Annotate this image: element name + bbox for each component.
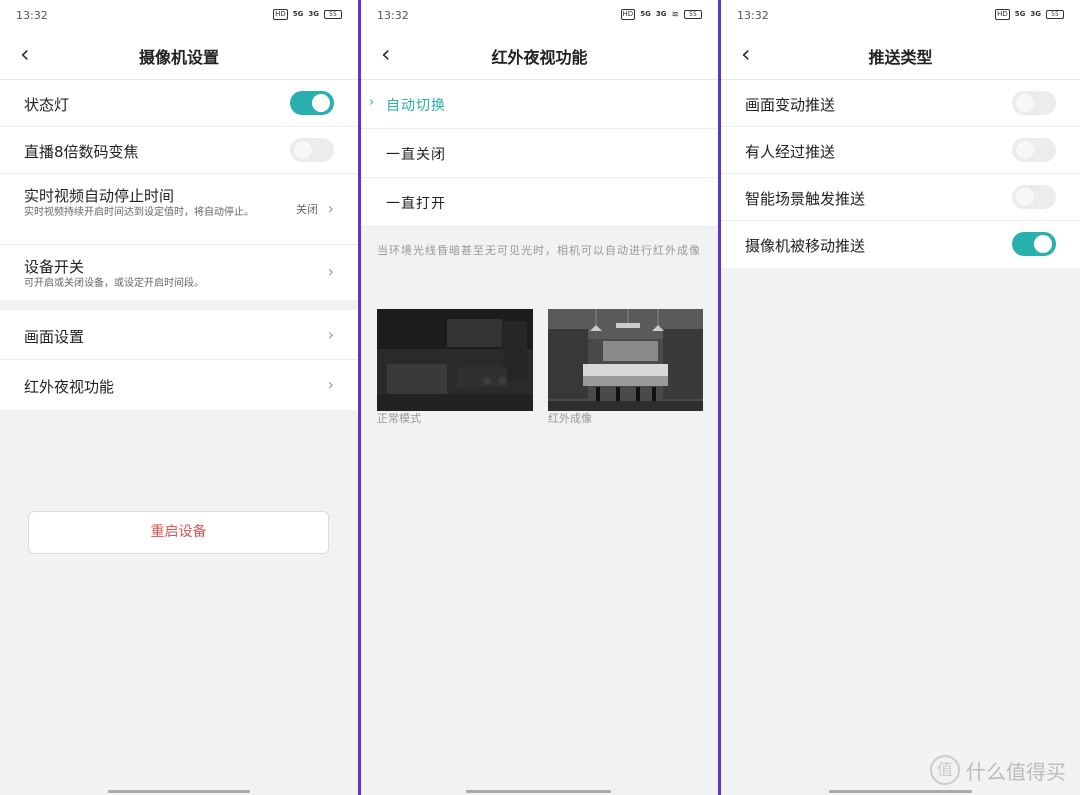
normal-mode-photo	[377, 309, 533, 411]
hd-icon: HD	[995, 9, 1010, 20]
photo-caption: 正常模式	[377, 412, 421, 425]
normal-mode-caption-box: 正常模式	[377, 410, 533, 428]
signal-3g-icon: 3G	[308, 10, 319, 18]
toggle-knob	[1016, 141, 1034, 159]
setting-label: 有人经过推送	[745, 143, 836, 161]
status-icons: HD 5G 3G 55	[273, 9, 342, 20]
status-time: 13:32	[737, 9, 769, 22]
home-indicator	[108, 790, 250, 793]
watermark-text: 什么值得买	[966, 759, 1066, 784]
toggle-knob	[1016, 188, 1034, 206]
setting-description: 实时视频持续开启时间达到设定值时，将自动停止。	[24, 207, 254, 218]
photo-caption: 红外成像	[548, 412, 592, 425]
status-light-toggle[interactable]	[290, 91, 334, 115]
page-title: 推送类型	[868, 48, 933, 67]
setting-digital-zoom: 直播8倍数码变焦	[0, 127, 358, 174]
wifi-icon: ≋	[671, 9, 679, 20]
night-vision-options: › 自动切换 一直关闭 一直打开	[361, 80, 718, 227]
status-time: 13:32	[16, 9, 48, 22]
chevron-right-icon: ›	[327, 262, 334, 281]
setting-label: 摄像机被移动推送	[745, 237, 866, 255]
option-always-on[interactable]: 一直打开	[361, 178, 718, 227]
chevron-right-icon: ›	[327, 375, 334, 394]
setting-label: 画面变动推送	[745, 96, 836, 114]
setting-label: 设备开关	[24, 258, 85, 276]
push-picture-change: 画面变动推送	[721, 80, 1080, 127]
setting-value: 关闭	[296, 203, 318, 216]
option-label: 一直打开	[386, 196, 446, 212]
status-bar: 13:32 HD 5G 3G ≋ 55	[361, 0, 718, 30]
chevron-right-icon: ›	[327, 325, 334, 344]
infrared-night-vision-screen: 13:32 HD 5G 3G ≋ 55 ‹ 红外夜视功能 › 自动切换 一直关闭…	[361, 0, 718, 795]
page-title: 红外夜视功能	[491, 48, 588, 67]
setting-status-light: 状态灯	[0, 80, 358, 127]
setting-picture[interactable]: 画面设置 ›	[0, 310, 358, 360]
picture-change-push-toggle[interactable]	[1012, 91, 1056, 115]
setting-label: 画面设置	[24, 328, 85, 346]
watermark-logo-icon: 值	[930, 755, 960, 785]
camera-moved-push-toggle[interactable]	[1012, 232, 1056, 256]
setting-label: 实时视频自动停止时间	[24, 187, 175, 205]
infrared-caption-box: 红外成像	[548, 410, 703, 428]
option-always-off[interactable]: 一直关闭	[361, 129, 718, 178]
infrared-mode-photo	[548, 309, 703, 411]
camera-settings-screen: 13:32 HD 5G 3G 55 ‹ 摄像机设置 状态灯 直播8倍数码变焦 实…	[0, 0, 358, 795]
hd-icon: HD	[620, 9, 636, 20]
battery-icon: 55	[1046, 10, 1064, 19]
toggle-knob	[294, 141, 312, 159]
status-icons: HD 5G 3G ≋ 55	[620, 9, 702, 20]
battery-icon: 55	[324, 10, 342, 19]
status-bar: 13:32 HD 5G 3G 55	[721, 0, 1080, 30]
toggle-knob	[312, 94, 330, 112]
signal-3g-icon: 3G	[655, 10, 667, 18]
infrared-mode-image	[548, 309, 703, 411]
setting-auto-stop-time[interactable]: 实时视频自动停止时间 实时视频持续开启时间达到设定值时，将自动停止。 关闭 ›	[0, 174, 358, 245]
status-bar: 13:32 HD 5G 3G 55	[0, 0, 358, 30]
settings-group-1: 状态灯 直播8倍数码变焦 实时视频自动停止时间 实时视频持续开启时间达到设定值时…	[0, 80, 358, 300]
toggle-knob	[1016, 94, 1034, 112]
hd-icon: HD	[273, 9, 288, 20]
smart-scene-push-toggle[interactable]	[1012, 185, 1056, 209]
restart-device-button[interactable]: 重启设备	[28, 511, 329, 554]
signal-3g-icon: 3G	[1030, 10, 1041, 18]
push-smart-scene: 智能场景触发推送	[721, 174, 1080, 221]
chevron-right-icon: ›	[327, 199, 334, 218]
screenshot-collage: 13:32 HD 5G 3G 55 ‹ 摄像机设置 状态灯 直播8倍数码变焦 实…	[0, 0, 1080, 795]
push-settings-group: 画面变动推送 有人经过推送 智能场景触发推送 摄像机被移动推送	[721, 80, 1080, 268]
home-indicator	[829, 790, 972, 793]
option-label: 自动切换	[386, 98, 446, 114]
page-title: 摄像机设置	[138, 48, 219, 67]
settings-group-2: 画面设置 › 红外夜视功能 ›	[0, 310, 358, 410]
battery-icon: 55	[684, 10, 702, 19]
normal-mode-image	[377, 309, 533, 411]
selected-chevron-icon: ›	[369, 95, 375, 110]
toggle-knob	[1034, 235, 1052, 253]
signal-5g-icon: 5G	[292, 10, 304, 18]
watermark: 值 什么值得买	[930, 755, 1066, 785]
setting-label: 状态灯	[24, 96, 70, 114]
option-auto-switch[interactable]: › 自动切换	[361, 80, 718, 129]
nav-bar: ‹ 推送类型	[721, 30, 1080, 80]
status-time: 13:32	[377, 9, 409, 22]
nav-bar: ‹ 摄像机设置	[0, 30, 358, 80]
option-label: 一直关闭	[386, 147, 446, 163]
person-passing-push-toggle[interactable]	[1012, 138, 1056, 162]
digital-zoom-toggle[interactable]	[290, 138, 334, 162]
setting-label: 直播8倍数码变焦	[24, 143, 139, 161]
home-indicator	[466, 790, 611, 793]
nav-bar: ‹ 红外夜视功能	[361, 30, 718, 80]
push-camera-moved: 摄像机被移动推送	[721, 221, 1080, 268]
push-type-screen: 13:32 HD 5G 3G 55 ‹ 推送类型 画面变动推送 有人经过推送 智…	[721, 0, 1080, 795]
push-person-passing: 有人经过推送	[721, 127, 1080, 174]
setting-device-switch[interactable]: 设备开关 可开启或关闭设备，或设定开启时间段。 ›	[0, 245, 358, 300]
night-vision-description: 当环境光线昏暗甚至无可见光时，相机可以自动进行红外成像	[377, 244, 701, 257]
setting-description: 可开启或关闭设备，或设定开启时间段。	[24, 278, 204, 289]
setting-infrared-night-vision[interactable]: 红外夜视功能 ›	[0, 360, 358, 410]
setting-label: 红外夜视功能	[24, 378, 115, 396]
setting-label: 智能场景触发推送	[745, 190, 866, 208]
status-icons: HD 5G 3G 55	[995, 9, 1064, 20]
signal-5g-icon: 5G	[1014, 10, 1026, 18]
signal-5g-icon: 5G	[640, 10, 651, 18]
